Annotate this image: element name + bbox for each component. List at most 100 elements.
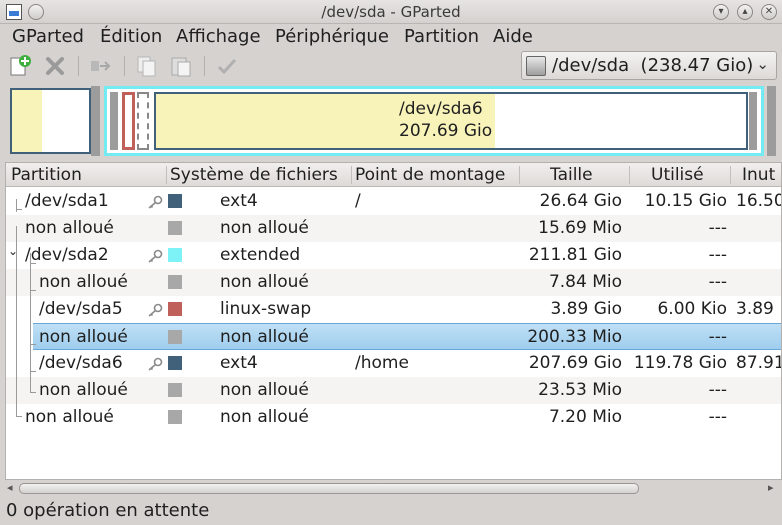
col-used[interactable]: Utilisé	[651, 165, 704, 185]
partition-name: non alloué	[25, 407, 114, 427]
column-separator	[166, 166, 167, 184]
expander-icon[interactable]: ⌄	[8, 244, 18, 258]
partition-unused: 16.50	[736, 191, 782, 211]
tree-line	[30, 253, 31, 393]
menu-peripherique[interactable]: Périphérique	[275, 26, 389, 47]
table-row[interactable]: non alloué non alloué 23.53 Mio ---	[6, 377, 781, 404]
toolbar-separator	[78, 56, 79, 76]
partition-used: ---	[708, 272, 727, 292]
col-mountpoint[interactable]: Point de montage	[355, 165, 505, 185]
delete-icon[interactable]	[43, 54, 67, 78]
diskmap-sda5[interactable]	[122, 92, 135, 150]
menu-partition[interactable]: Partition	[404, 26, 479, 47]
table-row[interactable]: /dev/sda2 extended 211.81 Gio ---	[6, 242, 781, 269]
key-icon	[147, 302, 163, 317]
column-separator	[519, 166, 520, 184]
filesystem-type: linux-swap	[220, 299, 312, 319]
scrollbar-thumb[interactable]	[19, 483, 639, 494]
diskmap-sda6-label: /dev/sda6 207.69 Gio	[399, 98, 492, 142]
partition-name: /dev/sda2	[25, 245, 109, 265]
table-row[interactable]: /dev/sda6 ext4/home 207.69 Gio 119.78 Gio 87…	[6, 350, 781, 377]
partition-table: Partition Système de fichiers Point de m…	[5, 162, 782, 480]
menu-aide[interactable]: Aide	[493, 26, 533, 47]
tree-line	[16, 199, 17, 212]
filesystem-color-swatch	[168, 383, 182, 397]
partition-size: 23.53 Mio	[538, 380, 622, 400]
filesystem-type: non alloué	[220, 380, 309, 400]
paste-icon[interactable]	[169, 54, 193, 78]
partition-used: ---	[708, 380, 727, 400]
close-button[interactable]: ✕	[761, 4, 777, 20]
table-row[interactable]: non alloué non alloué 15.69 Mio ---	[6, 215, 781, 242]
horizontal-scrollbar[interactable]: ◂ ▸	[5, 480, 782, 498]
diskmap-unallocated[interactable]	[749, 92, 757, 150]
partition-name: non alloué	[39, 272, 128, 292]
table-row[interactable]: non alloué non alloué 200.33 Mio ---	[33, 323, 781, 350]
partition-name: non alloué	[39, 327, 128, 347]
table-row[interactable]: non alloué non alloué 7.20 Mio ---	[6, 404, 781, 431]
toolbar-separator	[124, 56, 125, 76]
filesystem-color-swatch	[168, 194, 182, 208]
new-partition-icon[interactable]	[8, 54, 32, 78]
apply-icon[interactable]	[215, 54, 239, 78]
diskmap-sda1[interactable]	[10, 88, 91, 154]
partition-used: 119.78 Gio	[633, 353, 727, 373]
key-icon	[147, 356, 163, 371]
column-separator	[730, 166, 731, 184]
diskmap-extended[interactable]: /dev/sda6 207.69 Gio	[104, 86, 764, 156]
partition-name: /dev/sda1	[25, 191, 109, 211]
filesystem-color-swatch	[168, 356, 182, 370]
filesystem-type: non alloué	[220, 218, 309, 238]
table-row[interactable]: /dev/sda1 ext4 / 26.64 Gio 10.15 Gio 16.50	[6, 188, 782, 215]
minimize-button[interactable]: ▾	[713, 4, 729, 20]
maximize-button[interactable]: ▴	[737, 4, 753, 20]
resize-move-icon[interactable]	[88, 54, 112, 78]
menu-edition[interactable]: Édition	[100, 26, 162, 47]
diskmap-sda6-size: 207.69 Gio	[399, 121, 493, 141]
partition-size: 211.81 Gio	[528, 245, 622, 265]
device-selector[interactable]: /dev/sda (238.47 Gio) ⌄	[521, 51, 777, 80]
diskmap-unallocated[interactable]	[110, 92, 118, 150]
col-filesystem[interactable]: Système de fichiers	[170, 165, 338, 185]
menu-gparted[interactable]: GParted	[12, 26, 84, 47]
diskmap-unallocated[interactable]	[91, 86, 100, 156]
copy-icon[interactable]	[135, 54, 159, 78]
diskmap-sda6-name: /dev/sda6	[399, 99, 483, 119]
diskmap-unallocated[interactable]	[767, 86, 776, 156]
col-partition[interactable]: Partition	[11, 165, 82, 185]
filesystem-type: extended	[220, 245, 301, 265]
diskmap-unallocated-selected[interactable]	[137, 92, 149, 150]
partition-size: 26.64 Gio	[539, 191, 622, 211]
scroll-right-icon[interactable]: ▸	[768, 481, 774, 494]
col-size[interactable]: Taille	[550, 165, 593, 185]
tree-line	[16, 209, 22, 210]
partition-size: 200.33 Mio	[527, 327, 622, 347]
filesystem-type: ext4	[220, 191, 258, 211]
filesystem-type: non alloué	[220, 272, 309, 292]
col-unused[interactable]: Inut	[742, 165, 775, 185]
partition-used: ---	[708, 407, 727, 427]
table-header: Partition Système de fichiers Point de m…	[6, 163, 781, 187]
menu-bar: GParted Édition Affichage Périphérique P…	[0, 24, 782, 50]
filesystem-color-swatch	[168, 275, 182, 289]
scroll-left-icon[interactable]: ◂	[7, 481, 13, 494]
partition-used: 10.15 Gio	[644, 191, 727, 211]
mount-point: /	[355, 191, 361, 211]
key-icon	[147, 194, 163, 209]
window-title: /dev/sda - GParted	[321, 3, 461, 21]
filesystem-color-swatch	[168, 302, 182, 316]
partition-used: ---	[708, 327, 727, 347]
filesystem-color-swatch	[168, 330, 182, 344]
diskmap-sda6[interactable]: /dev/sda6 207.69 Gio	[154, 92, 748, 150]
table-row[interactable]: /dev/sda5 linux-swap 3.89 Gio 6.00 Kio 3.89	[6, 296, 781, 323]
table-row[interactable]: non alloué non alloué 7.84 Mio ---	[6, 269, 781, 296]
tree-line	[16, 416, 22, 417]
partition-used: ---	[708, 245, 727, 265]
partition-size: 3.89 Gio	[550, 299, 622, 319]
partition-size: 15.69 Mio	[538, 218, 622, 238]
partition-name: /dev/sda5	[39, 299, 123, 319]
menu-affichage[interactable]: Affichage	[176, 26, 261, 47]
partition-name: non alloué	[39, 380, 128, 400]
partition-size: 7.20 Mio	[548, 407, 622, 427]
mount-point: /home	[355, 353, 409, 373]
